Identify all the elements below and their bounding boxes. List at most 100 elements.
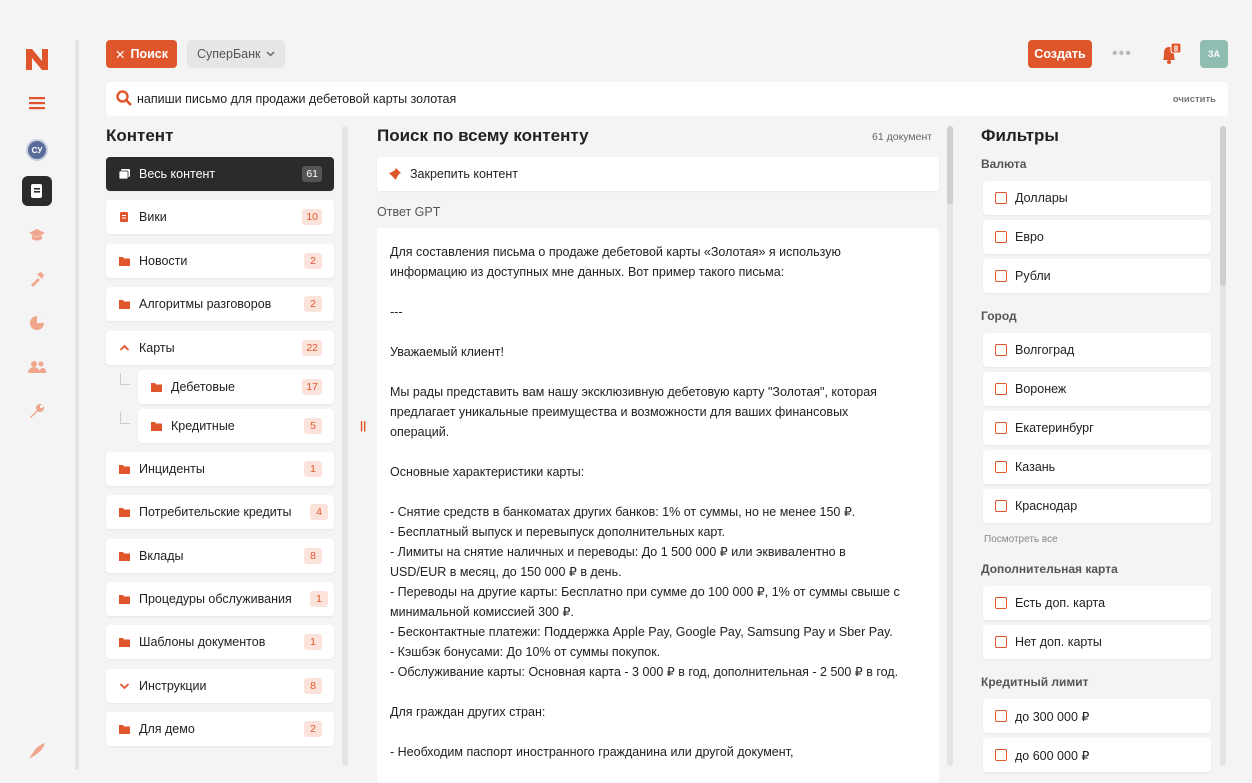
content-item-procedures[interactable]: Процедуры обслуживания 1 — [106, 582, 334, 616]
content-scrollbar[interactable] — [342, 126, 348, 766]
content-item-credit[interactable]: Кредитные 5 — [138, 409, 334, 443]
count-badge: 2 — [304, 721, 322, 737]
scrollbar-thumb[interactable] — [947, 126, 953, 204]
filters-title: Фильтры — [981, 126, 1059, 145]
filter-group-credit-limit: Кредитный лимит — [981, 675, 1089, 689]
content-item-label: Шаблоны документов — [139, 635, 266, 649]
filters-scrollbar[interactable] — [1220, 126, 1226, 766]
users-icon[interactable] — [22, 352, 52, 382]
content-item-instructions[interactable]: Инструкции 8 — [106, 669, 334, 703]
content-item-label: Инструкции — [139, 679, 207, 693]
pin-content-button[interactable]: Закрепить контент — [377, 157, 939, 191]
content-item-label: Весь контент — [139, 167, 216, 181]
content-item-label: Вики — [139, 210, 167, 224]
checkbox-icon[interactable] — [995, 422, 1007, 434]
content-item-all[interactable]: Весь контент 61 — [106, 157, 334, 191]
answer-scrollbar[interactable] — [947, 126, 953, 766]
filter-checkbox-usd[interactable]: Доллары — [983, 181, 1211, 215]
content-item-incidents[interactable]: Инциденты 1 — [106, 452, 334, 486]
checkbox-icon[interactable] — [995, 383, 1007, 395]
close-icon: ✕ — [115, 47, 126, 62]
content-title: Контент — [106, 126, 174, 145]
user-avatar[interactable]: ЗА — [1200, 40, 1228, 68]
search-bar[interactable]: напиши письмо для продажи дебетовой карт… — [106, 82, 1228, 116]
checkbox-icon[interactable] — [995, 710, 1007, 722]
content-item-label: Дебетовые — [171, 380, 235, 394]
chevron-down-icon — [266, 51, 276, 57]
clear-search-button[interactable]: очистить — [1173, 94, 1216, 105]
bank-selector[interactable]: СуперБанк — [187, 40, 286, 68]
filter-checkbox-volgograd[interactable]: Волгоград — [983, 333, 1211, 367]
filter-label: Доллары — [1015, 191, 1068, 205]
filter-checkbox-limit-300k[interactable]: до 300 000 ₽ — [983, 699, 1211, 733]
checkbox-icon[interactable] — [995, 461, 1007, 473]
filter-checkbox-kazan[interactable]: Казань — [983, 450, 1211, 484]
document-count: 61 документ — [872, 131, 933, 143]
pie-chart-icon[interactable] — [22, 308, 52, 338]
content-item-news[interactable]: Новости 2 — [106, 244, 334, 278]
bell-icon[interactable]: 8 — [1158, 42, 1182, 66]
filter-group-extra-card: Дополнительная карта — [981, 562, 1118, 576]
content-item-templates[interactable]: Шаблоны документов 1 — [106, 625, 334, 659]
filter-checkbox-eur[interactable]: Евро — [983, 220, 1211, 254]
resize-handle-icon[interactable]: || — [360, 420, 366, 432]
checkbox-icon[interactable] — [995, 231, 1007, 243]
filter-checkbox-limit-600k[interactable]: до 600 000 ₽ — [983, 738, 1211, 772]
nav-rail: СУ — [0, 0, 70, 783]
folder-icon — [151, 422, 162, 431]
content-item-demo[interactable]: Для демо 2 — [106, 712, 334, 746]
count-badge: 1 — [304, 634, 322, 650]
content-item-wiki[interactable]: Вики 10 — [106, 200, 334, 234]
filter-label: до 600 000 ₽ — [1015, 749, 1090, 763]
create-button[interactable]: Создать — [1028, 40, 1092, 68]
count-badge: 1 — [310, 591, 328, 607]
count-badge: 10 — [302, 209, 322, 225]
checkbox-icon[interactable] — [995, 636, 1007, 648]
checkbox-icon[interactable] — [995, 270, 1007, 282]
count-badge: 5 — [304, 418, 322, 434]
content-item-label: Для демо — [139, 722, 195, 736]
see-all-link[interactable]: Посмотреть все — [984, 534, 1058, 545]
rocket-icon[interactable] — [22, 736, 52, 766]
content-item-algorithms[interactable]: Алгоритмы разговоров 2 — [106, 287, 334, 321]
filter-checkbox-voronezh[interactable]: Воронеж — [983, 372, 1211, 406]
pin-content-label: Закрепить контент — [410, 167, 518, 181]
avatar[interactable]: СУ — [26, 139, 48, 161]
top-bar: ✕ Поиск СуперБанк Создать ••• 8 ЗА — [106, 40, 1228, 68]
content-item-debit[interactable]: Дебетовые 17 — [138, 370, 334, 404]
documents-icon[interactable] — [22, 176, 52, 206]
page-title: Поиск по всему контенту — [377, 126, 589, 145]
hammer-icon[interactable] — [22, 264, 52, 294]
logo-icon[interactable] — [24, 46, 50, 72]
checkbox-icon[interactable] — [995, 597, 1007, 609]
documents-icon — [119, 169, 130, 179]
more-icon[interactable]: ••• — [1112, 46, 1132, 62]
menu-icon[interactable] — [22, 88, 52, 118]
content-item-cards[interactable]: Карты 22 — [106, 331, 334, 365]
content-item-consumer-loans[interactable]: Потребительские кредиты 4 — [106, 495, 334, 529]
folder-icon — [151, 383, 162, 392]
checkbox-icon[interactable] — [995, 500, 1007, 512]
checkbox-icon[interactable] — [995, 344, 1007, 356]
rail-divider[interactable] — [75, 40, 79, 770]
checkbox-icon[interactable] — [995, 749, 1007, 761]
filter-label: Воронеж — [1015, 382, 1067, 396]
folder-icon — [119, 300, 130, 309]
scrollbar-thumb[interactable] — [1220, 126, 1226, 286]
content-item-deposits[interactable]: Вклады 8 — [106, 539, 334, 573]
wrench-icon[interactable] — [22, 396, 52, 426]
filter-checkbox-rub[interactable]: Рубли — [983, 259, 1211, 293]
filter-label: Евро — [1015, 230, 1044, 244]
search-button[interactable]: ✕ Поиск — [106, 40, 177, 68]
folder-icon — [119, 725, 130, 734]
search-input[interactable]: напиши письмо для продажи дебетовой карт… — [137, 92, 456, 106]
filter-checkbox-krasnodar[interactable]: Краснодар — [983, 489, 1211, 523]
chevron-down-icon — [119, 683, 130, 690]
filter-checkbox-ekaterinburg[interactable]: Екатеринбург — [983, 411, 1211, 445]
filter-checkbox-no-extra[interactable]: Нет доп. карты — [983, 625, 1211, 659]
graduation-cap-icon[interactable] — [22, 220, 52, 250]
checkbox-icon[interactable] — [995, 192, 1007, 204]
filter-checkbox-has-extra[interactable]: Есть доп. карта — [983, 586, 1211, 620]
gpt-answer-text: Для составления письма о продаже дебетов… — [390, 245, 900, 759]
content-item-label: Карты — [139, 341, 175, 355]
